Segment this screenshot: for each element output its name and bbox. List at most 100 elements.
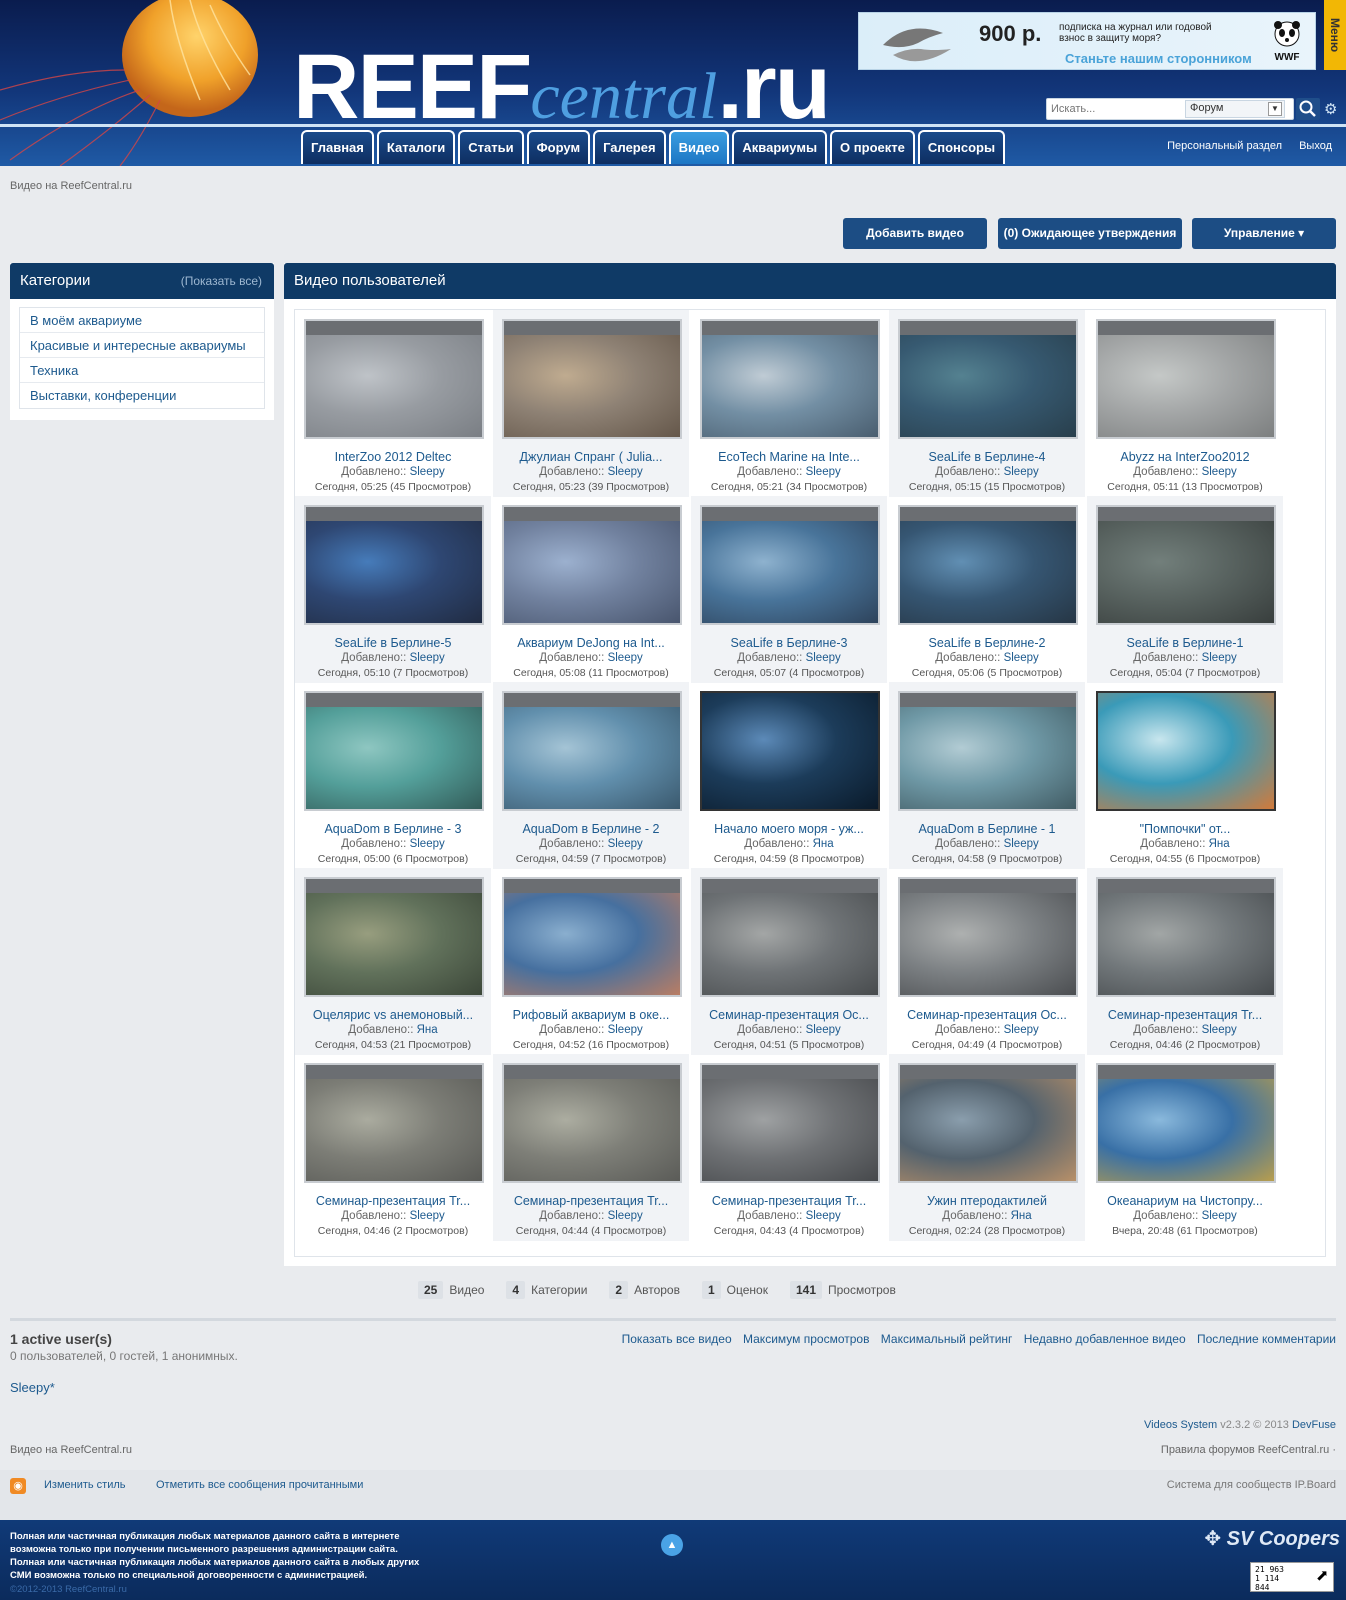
video-card[interactable]: "Помпочки" от... Добавлено:: Яна Сегодня, …: [1087, 682, 1283, 869]
sv-coopers-logo[interactable]: ✥ SV Coopers: [1204, 1526, 1340, 1551]
show-all-videos-link[interactable]: Показать все видео: [622, 1332, 732, 1346]
video-title[interactable]: Джулиан Спранг ( Julia...: [493, 450, 689, 464]
video-card[interactable]: AquaDom в Берлине - 3 Добавлено:: Sleepy С…: [295, 682, 491, 869]
video-thumbnail[interactable]: [898, 877, 1078, 997]
video-thumbnail[interactable]: [304, 319, 484, 439]
manage-dropdown-button[interactable]: Управление ▾: [1192, 218, 1336, 249]
video-title[interactable]: SeaLife в Берлине-2: [889, 636, 1085, 650]
video-title[interactable]: SeaLife в Берлине-4: [889, 450, 1085, 464]
video-card[interactable]: Семинар-презентация Tr... Добавлено:: Sle…: [691, 1054, 887, 1241]
video-thumbnail[interactable]: [1096, 691, 1276, 811]
pending-approval-button[interactable]: (0) Ожидающее утверждения: [998, 218, 1182, 249]
logout-link[interactable]: Выход: [1299, 140, 1332, 152]
video-card[interactable]: AquaDom в Берлине - 1 Добавлено:: Sleepy С…: [889, 682, 1085, 869]
video-author-link[interactable]: Sleepy: [1202, 652, 1237, 664]
video-title[interactable]: AquaDom в Берлине - 1: [889, 822, 1085, 836]
video-thumbnail[interactable]: [700, 505, 880, 625]
site-logo[interactable]: REEFcentral.ru: [293, 41, 831, 133]
video-title[interactable]: Рифовый аквариум в оке...: [493, 1008, 689, 1022]
change-style-link[interactable]: Изменить стиль: [44, 1479, 126, 1491]
video-author-link[interactable]: Sleepy: [410, 1210, 445, 1222]
video-title[interactable]: Abyzz на InterZoo2012: [1087, 450, 1283, 464]
visit-counter[interactable]: 21 963 1 114 844 ⬈: [1250, 1562, 1334, 1592]
category-item[interactable]: В моём аквариуме: [20, 308, 264, 333]
search-input[interactable]: [1047, 99, 1183, 119]
video-thumbnail[interactable]: [1096, 505, 1276, 625]
nav-tab[interactable]: Статьи: [458, 130, 524, 164]
video-author-link[interactable]: Sleepy: [410, 652, 445, 664]
recently-added-link[interactable]: Недавно добавленное видео: [1024, 1332, 1186, 1346]
video-thumbnail[interactable]: [502, 505, 682, 625]
video-thumbnail[interactable]: [502, 691, 682, 811]
video-card[interactable]: Начало моего моря - уж... Добавлено:: Яна…: [691, 682, 887, 869]
video-card[interactable]: EcoTech Marine на Inte... Добавлено:: Sle…: [691, 310, 887, 497]
video-thumbnail[interactable]: [898, 319, 1078, 439]
video-card[interactable]: SeaLife в Берлине-3 Добавлено:: Sleepy Сег…: [691, 496, 887, 683]
video-title[interactable]: SeaLife в Берлине-3: [691, 636, 887, 650]
video-title[interactable]: Оцелярис vs анемоновый...: [295, 1008, 491, 1022]
gear-icon[interactable]: ⚙: [1324, 100, 1337, 118]
video-thumbnail[interactable]: [304, 505, 484, 625]
video-card[interactable]: Джулиан Спранг ( Julia... Добавлено:: Sle…: [493, 310, 689, 497]
breadcrumb[interactable]: Видео на ReefCentral.ru: [10, 180, 132, 192]
video-author-link[interactable]: Sleepy: [1004, 652, 1039, 664]
video-thumbnail[interactable]: [898, 1063, 1078, 1183]
video-author-link[interactable]: Sleepy: [806, 466, 841, 478]
nav-tab[interactable]: Каталоги: [376, 130, 456, 164]
ipboard-credit[interactable]: Система для сообществ IP.Board: [1167, 1479, 1336, 1491]
video-card[interactable]: Abyzz на InterZoo2012 Добавлено:: Sleepy С…: [1087, 310, 1283, 497]
video-card[interactable]: SeaLife в Берлине-5 Добавлено:: Sleepy Сег…: [295, 496, 491, 683]
top-rated-link[interactable]: Максимальный рейтинг: [881, 1332, 1013, 1346]
video-author-link[interactable]: Sleepy: [1004, 466, 1039, 478]
video-thumbnail[interactable]: [700, 877, 880, 997]
video-author-link[interactable]: Sleepy: [806, 1024, 841, 1036]
video-thumbnail[interactable]: [898, 505, 1078, 625]
video-title[interactable]: AquaDom в Берлине - 2: [493, 822, 689, 836]
active-user-link[interactable]: Sleepy*: [10, 1380, 55, 1395]
show-all-link[interactable]: (Показать все): [181, 263, 262, 299]
video-author-link[interactable]: Sleepy: [608, 466, 643, 478]
video-title[interactable]: Аквариум DeJong на Int...: [493, 636, 689, 650]
nav-tab[interactable]: Главная: [301, 130, 374, 164]
video-thumbnail[interactable]: [1096, 319, 1276, 439]
video-thumbnail[interactable]: [700, 319, 880, 439]
video-thumbnail[interactable]: [502, 877, 682, 997]
video-title[interactable]: SeaLife в Берлине-1: [1087, 636, 1283, 650]
video-title[interactable]: Океанариум на Чистопру...: [1087, 1194, 1283, 1208]
video-card[interactable]: SeaLife в Берлине-4 Добавлено:: Sleepy Сег…: [889, 310, 1085, 497]
video-author-link[interactable]: Яна: [813, 838, 834, 850]
video-title[interactable]: SeaLife в Берлине-5: [295, 636, 491, 650]
video-thumbnail[interactable]: [304, 877, 484, 997]
video-author-link[interactable]: Sleepy: [1004, 838, 1039, 850]
video-author-link[interactable]: Sleepy: [410, 838, 445, 850]
scroll-to-top-icon[interactable]: ▲: [661, 1534, 683, 1556]
video-card[interactable]: Семинар-презентация Tr... Добавлено:: Sle…: [493, 1054, 689, 1241]
video-title[interactable]: Начало моего моря - уж...: [691, 822, 887, 836]
video-author-link[interactable]: Sleepy: [608, 1210, 643, 1222]
video-thumbnail[interactable]: [1096, 1063, 1276, 1183]
video-card[interactable]: Семинар-презентация Tr... Добавлено:: Sle…: [295, 1054, 491, 1241]
category-item[interactable]: Техника: [20, 358, 264, 383]
videos-system-link[interactable]: Videos System: [1144, 1419, 1217, 1431]
video-card[interactable]: Ужин птеродактилей Добавлено:: Яна Сегодня…: [889, 1054, 1085, 1241]
forum-rules-link[interactable]: Правила форумов ReefCentral.ru ·: [1161, 1444, 1336, 1456]
video-author-link[interactable]: Sleepy: [608, 838, 643, 850]
devfuse-link[interactable]: DevFuse: [1292, 1419, 1336, 1431]
latest-comments-link[interactable]: Последние комментарии: [1197, 1332, 1336, 1346]
video-card[interactable]: Семинар-презентация Ос... Добавлено:: Sle…: [691, 868, 887, 1055]
video-thumbnail[interactable]: [502, 1063, 682, 1183]
nav-tab[interactable]: Видео: [668, 130, 730, 164]
video-card[interactable]: Аквариум DeJong на Int... Добавлено:: Sle…: [493, 496, 689, 683]
video-card[interactable]: InterZoo 2012 Deltec Добавлено:: Sleepy Се…: [295, 310, 491, 497]
video-title[interactable]: InterZoo 2012 Deltec: [295, 450, 491, 464]
add-video-button[interactable]: Добавить видео: [843, 218, 987, 249]
video-title[interactable]: "Помпочки" от...: [1087, 822, 1283, 836]
nav-tab[interactable]: Аквариумы: [732, 130, 828, 164]
video-card[interactable]: Океанариум на Чистопру... Добавлено:: Sle…: [1087, 1054, 1283, 1241]
video-author-link[interactable]: Sleepy: [1202, 1210, 1237, 1222]
video-thumbnail[interactable]: [700, 1063, 880, 1183]
category-item[interactable]: Выставки, конференции: [20, 383, 264, 408]
video-author-link[interactable]: Яна: [1209, 838, 1230, 850]
video-thumbnail[interactable]: [1096, 877, 1276, 997]
video-card[interactable]: Оцелярис vs анемоновый... Добавлено:: Яна…: [295, 868, 491, 1055]
